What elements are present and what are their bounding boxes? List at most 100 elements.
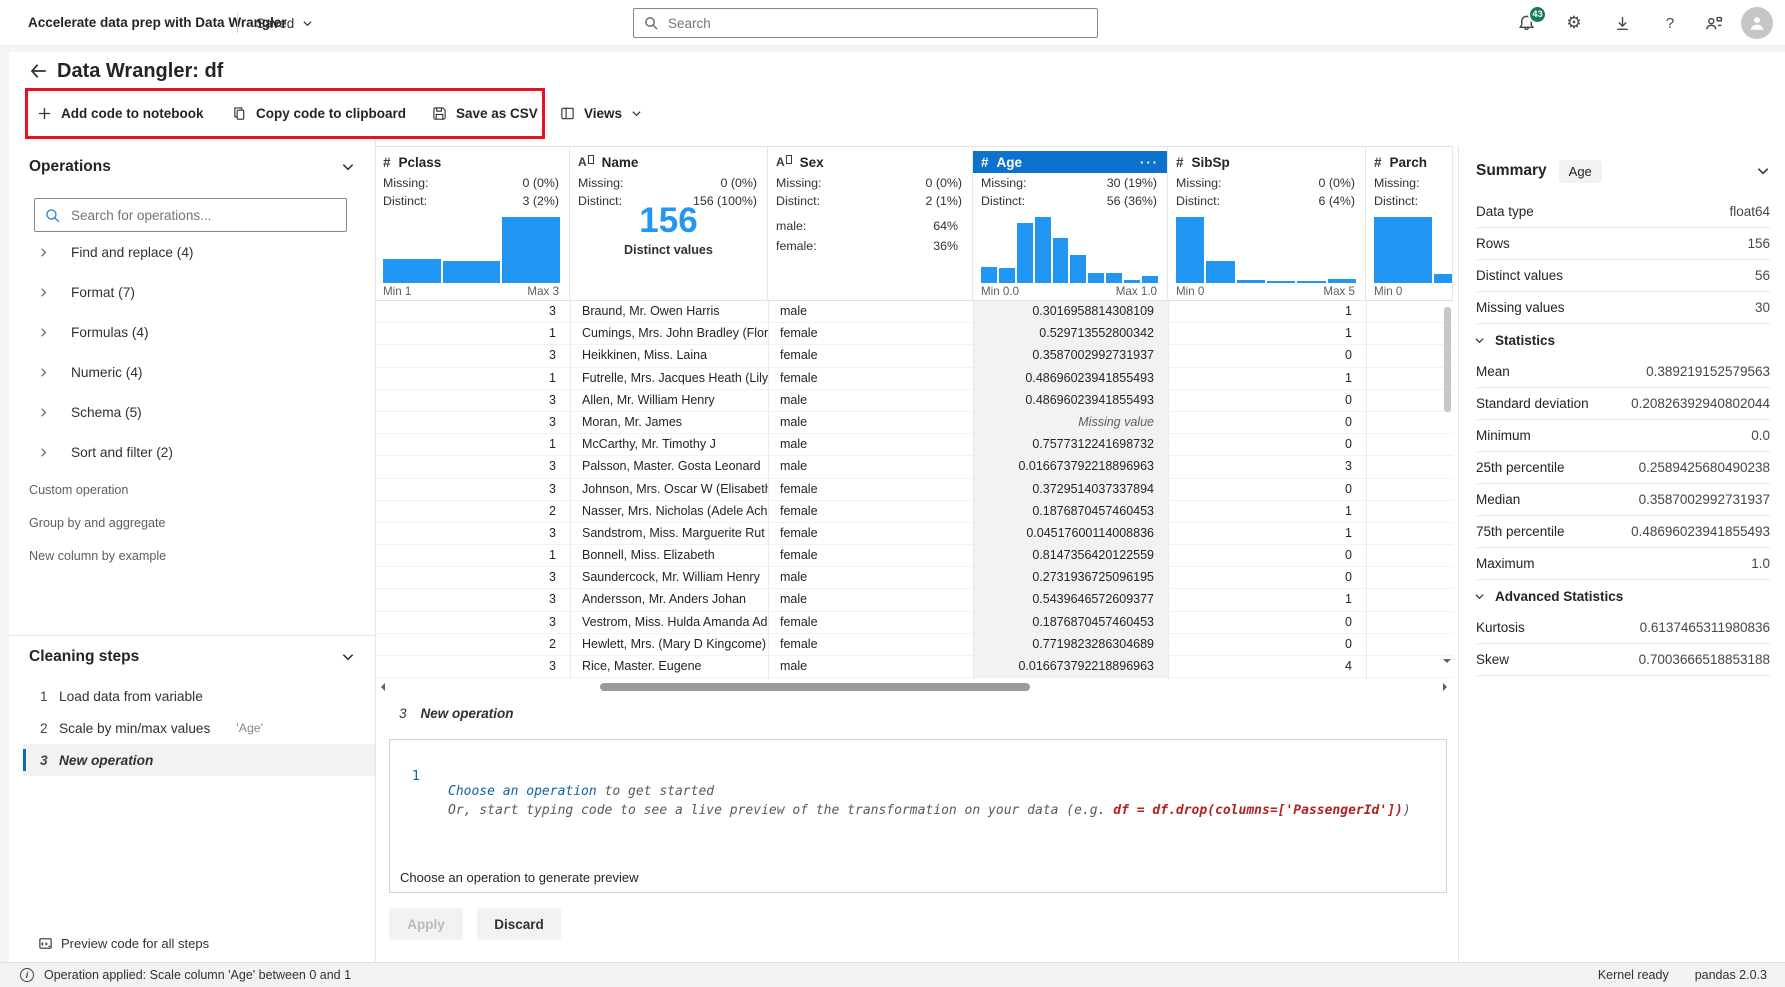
chevron-down-icon	[632, 111, 641, 117]
cleaning-step[interactable]: 2 Scale by min/max values 'Age'	[23, 712, 375, 744]
column-name[interactable]: # Parch	[1366, 151, 1452, 173]
page-title: Data Wrangler: df	[57, 60, 224, 82]
distinct-count-caption: Distinct values	[624, 243, 713, 257]
cell-parch	[1366, 368, 1453, 390]
cell-sibsp: 0	[1345, 636, 1352, 651]
column-menu-dots-icon[interactable]: ···	[1140, 155, 1159, 170]
column-name[interactable]: # Age ···	[973, 151, 1167, 173]
column-name[interactable]: # SibSp	[1168, 151, 1365, 173]
scroll-left-arrow[interactable]	[381, 683, 385, 691]
code-editor[interactable]: 1 Choose an operation to get started Or,…	[389, 739, 1447, 893]
operation-item[interactable]: Group by and aggregate	[29, 506, 359, 539]
histogram-bar	[442, 260, 501, 283]
stat-value: 0 (0%)	[522, 176, 560, 190]
discard-button[interactable]: Discard	[477, 908, 561, 940]
table-row: 1 Cumings, Mrs. John Bradley (Florenc fema…	[375, 323, 1453, 346]
summary-label: Rows	[1476, 236, 1510, 251]
cell-sex: male	[780, 570, 808, 585]
global-search[interactable]	[633, 8, 1098, 38]
gear-icon[interactable]: ⚙	[1564, 13, 1584, 33]
operation-category[interactable]: Formulas (4)	[18, 312, 358, 352]
cleaning-steps-collapse-chevron[interactable]	[341, 650, 355, 664]
histogram-bar	[1142, 275, 1158, 283]
saved-status-dropdown[interactable]: Saved	[237, 0, 313, 46]
cell-sibsp: 0	[1345, 548, 1352, 563]
operation-item[interactable]: New column by example	[29, 539, 359, 572]
category-label: Format (7)	[71, 284, 135, 300]
operation-category[interactable]: Find and replace (4)	[18, 232, 358, 272]
column-header-name[interactable]: A Name Missing: 0 (0%) Distinct: 156 (100%) 15…	[570, 147, 768, 301]
operation-category[interactable]: Schema (5)	[18, 392, 358, 432]
summary-section-header[interactable]: Statistics	[1474, 324, 1770, 356]
horizontal-scroll-thumb[interactable]	[600, 683, 1030, 691]
cell-name: Palsson, Master. Gosta Leonard	[582, 459, 761, 474]
download-icon[interactable]	[1612, 13, 1632, 33]
cell-sibsp: 1	[1345, 503, 1352, 518]
column-header-parch[interactable]: # Parch Missing: Distinct: Min 0	[1366, 147, 1453, 301]
chevron-right-icon	[41, 367, 47, 377]
views-dropdown-button[interactable]: Views	[560, 88, 642, 139]
column-stat: Distinct: 56 (36%)	[981, 194, 1157, 211]
summary-row: Rows 156	[1476, 228, 1770, 260]
back-arrow-icon[interactable]	[21, 55, 53, 87]
column-name[interactable]: A Sex	[768, 151, 972, 173]
stat-label: Missing:	[1176, 176, 1222, 190]
summary-label: Skew	[1476, 652, 1510, 667]
operation-item[interactable]: Custom operation	[29, 473, 359, 506]
category-label: Numeric (4)	[71, 364, 143, 380]
vertical-scroll-thumb[interactable]	[1444, 307, 1451, 412]
save-as-csv-button[interactable]: Save as CSV	[432, 88, 538, 139]
summary-row: Skew 0.7003666518853188	[1476, 644, 1770, 676]
column-header-age[interactable]: # Age ··· Missing: 30 (19%) Distinct: 56 (36%)…	[973, 147, 1168, 301]
help-icon[interactable]: ?	[1660, 13, 1680, 33]
copy-code-to-clipboard-button[interactable]: Copy code to clipboard	[232, 88, 406, 139]
min-label: Min 1	[383, 285, 412, 298]
panel-divider	[1458, 146, 1459, 962]
stat-label: Missing:	[578, 176, 624, 190]
distinct-count-number: 156	[639, 201, 698, 240]
column-name[interactable]: A Name	[570, 151, 767, 173]
operations-search-input[interactable]	[69, 206, 336, 224]
preview-code-all-steps-button[interactable]: Preview code for all steps	[38, 936, 209, 951]
cleaning-step[interactable]: 3 New operation	[23, 744, 375, 776]
cleaning-steps-title: Cleaning steps	[29, 648, 140, 665]
summary-section-header[interactable]: Advanced Statistics	[1474, 580, 1770, 612]
search-input[interactable]	[666, 14, 1087, 32]
apply-button[interactable]: Apply	[389, 908, 463, 940]
column-header-sibsp[interactable]: # SibSp Missing: 0 (0%) Distinct: 6 (4%) Min 0…	[1168, 147, 1366, 301]
summary-label: 75th percentile	[1476, 524, 1565, 539]
avatar[interactable]	[1741, 7, 1773, 39]
code-hint-text: )	[1402, 803, 1411, 818]
column-name[interactable]: # Pclass	[375, 151, 569, 173]
summary-value: 1.0	[1751, 556, 1770, 571]
summary-row: Missing values 30	[1476, 292, 1770, 324]
operation-category[interactable]: Numeric (4)	[18, 352, 358, 392]
scroll-right-arrow[interactable]	[1443, 683, 1447, 691]
summary-value: 0.6137465311980836	[1639, 620, 1770, 635]
max-label: Max 3	[527, 285, 559, 298]
share-icon[interactable]	[1704, 13, 1724, 33]
notification-badge: 43	[1528, 5, 1547, 24]
min-label: Min 0	[1374, 285, 1403, 298]
cleaning-step[interactable]: 1 Load data from variable	[23, 680, 375, 712]
operation-category[interactable]: Format (7)	[18, 272, 358, 312]
column-header-sex[interactable]: A Sex Missing: 0 (0%) Distinct: 2 (1%) male: 64…	[768, 147, 973, 301]
chevron-right-icon	[41, 247, 47, 257]
cell-age: 0.04517600114008836	[973, 522, 1168, 546]
cell-age: 0.5439646572609377	[973, 589, 1168, 612]
table-row: 3 Braund, Mr. Owen Harris male 0.3016958814…	[375, 301, 1453, 324]
summary-collapse-chevron[interactable]	[1756, 164, 1770, 178]
scroll-down-arrow[interactable]	[1443, 659, 1451, 663]
cell-age: 0.7577312241698732	[973, 434, 1168, 457]
cell-parch	[1366, 345, 1453, 367]
operations-collapse-chevron[interactable]	[341, 160, 355, 174]
horizontal-scrollbar[interactable]	[375, 681, 1453, 692]
cell-age: 0.016673792218896963	[973, 656, 1168, 679]
operation-category[interactable]: Sort and filter (2)	[18, 432, 358, 472]
table-row: 2 Hewlett, Mrs. (Mary D Kingcome) female 0.…	[375, 633, 1453, 656]
add-code-to-notebook-button[interactable]: Add code to notebook	[37, 88, 204, 139]
operations-search[interactable]	[34, 198, 347, 232]
stat-value: 3 (2%)	[522, 194, 560, 208]
max-label: Max 1.0	[1115, 285, 1157, 298]
column-header-pclass[interactable]: # Pclass Missing: 0 (0%) Distinct: 3 (2%) Min …	[375, 147, 570, 301]
